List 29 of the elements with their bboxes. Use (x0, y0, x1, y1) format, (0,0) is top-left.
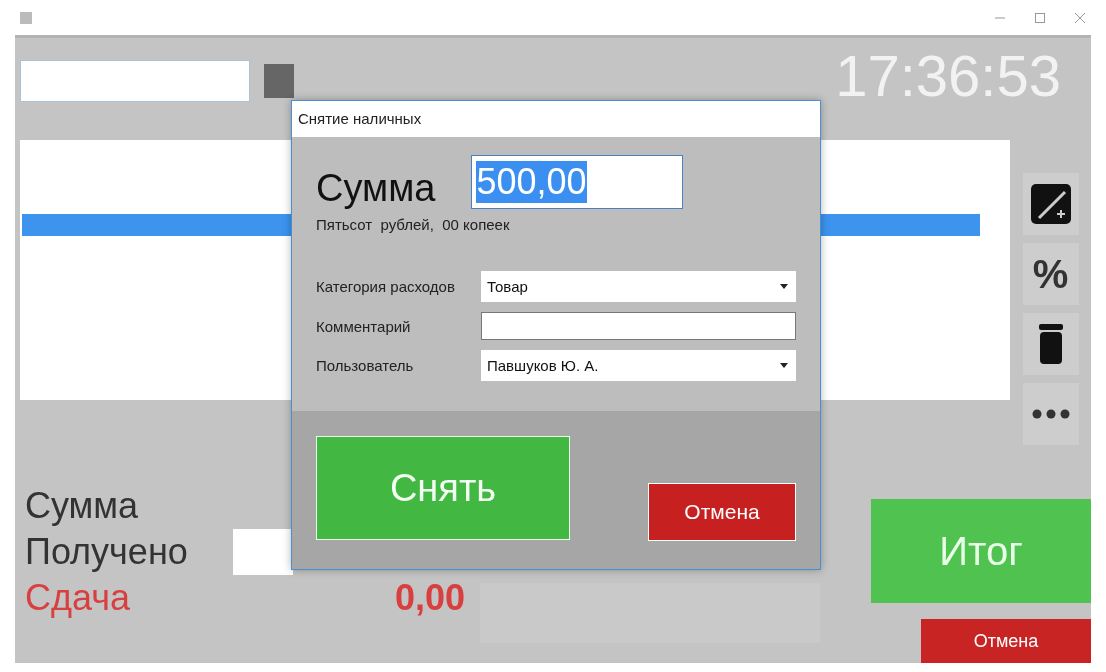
discount-button[interactable]: % (1022, 243, 1079, 305)
dropdown[interactable]: Павшуков Ю. А. (481, 350, 796, 381)
received-field[interactable] (232, 529, 293, 575)
maximize-icon[interactable] (1034, 11, 1046, 24)
more-button[interactable] (1022, 383, 1079, 445)
edit-icon (1028, 182, 1073, 226)
amount-label: Сумма (316, 167, 436, 210)
cancel-button[interactable]: Отмена (648, 483, 796, 541)
delete-button[interactable] (1022, 313, 1079, 375)
field-label: Категория расходов (316, 278, 456, 295)
close-icon[interactable] (1074, 11, 1086, 24)
search-field[interactable] (20, 60, 250, 102)
trash-icon (1036, 322, 1065, 366)
caret-icon (780, 284, 788, 289)
comment-field[interactable] (481, 312, 796, 340)
amount-field[interactable]: 500,00 (471, 154, 684, 209)
caret-icon (780, 363, 788, 368)
field-label: Пользователь (316, 357, 415, 374)
more-icon (1030, 409, 1071, 419)
field-label: Комментарий (316, 317, 412, 335)
dialog-title: Снятие наличных (292, 101, 820, 137)
change-label: Сдача (25, 576, 130, 620)
cancel-button[interactable]: Отмена (921, 619, 1091, 663)
edit-button[interactable] (1022, 173, 1079, 235)
app-icon (20, 11, 32, 24)
received-label: Получено (25, 530, 188, 574)
amount-in-words: Пятьсот рублей, 00 копеек (316, 216, 511, 233)
dropdown[interactable]: Товар (481, 271, 796, 302)
change-value: 0,00 (394, 576, 465, 620)
